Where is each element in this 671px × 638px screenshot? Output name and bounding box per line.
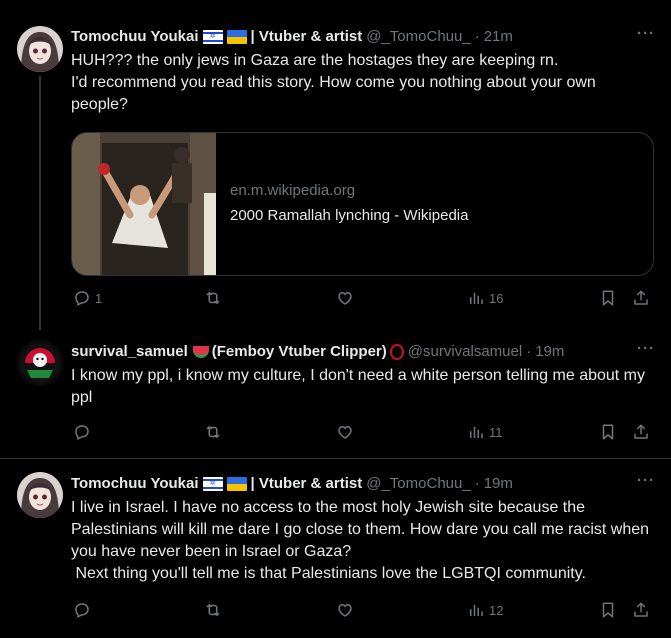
reply-button[interactable]: 1 [73,289,102,307]
share-button[interactable] [632,423,650,441]
bookmark-button[interactable] [599,601,617,619]
tweet-header: Tomochuu Youkai ✡ | Vtuber & artist @_To… [71,474,655,494]
tweet-text: I live in Israel. I have no access to th… [71,499,650,582]
timestamp[interactable]: 21m [484,27,513,47]
views-button[interactable]: 16 [467,289,503,307]
avatar-image [17,26,63,72]
reply-count: 1 [95,290,103,306]
user-handle[interactable]: @_TomoChuu_ [366,27,470,47]
share-icon [632,289,650,307]
user-handle[interactable]: @survivalsamuel [408,342,522,362]
retweet-icon [204,601,222,619]
reply-button[interactable] [73,601,95,619]
action-bar: 1 16 [71,289,655,313]
views-count: 11 [489,424,503,440]
retweet-button[interactable] [204,423,226,441]
israel-flag-icon: ✡ [202,30,223,44]
ukraine-flag-icon [226,477,247,491]
link-card[interactable]: en.m.wikipedia.org 2000 Ramallah lynchin… [71,132,654,276]
reply-icon [73,601,91,619]
bookmark-icon [599,289,617,307]
share-icon [632,423,650,441]
timestamp[interactable]: 19m [484,474,513,494]
display-name[interactable]: survival_samuel (Femboy Vtuber Clipper) [71,342,404,362]
more-icon[interactable]: ··· [637,340,655,357]
ukraine-flag-icon [226,30,247,44]
israel-flag-icon: ✡ [202,477,223,491]
tweet-text: HUH??? the only jews in Gaza are the hos… [71,52,596,113]
link-card-title: 2000 Ramallah lynching - Wikipedia [230,207,469,224]
bookmark-button[interactable] [599,423,617,441]
avatar-image [17,340,63,386]
avatar[interactable] [17,26,63,72]
retweet-button[interactable] [204,601,226,619]
views-icon [467,289,485,307]
reply-button[interactable] [73,423,95,441]
like-button[interactable] [336,289,358,307]
link-card-thumbnail [72,133,216,275]
like-button[interactable] [336,601,358,619]
share-button[interactable] [632,601,650,619]
more-icon[interactable]: ··· [637,25,655,42]
avatar[interactable] [17,472,63,518]
display-name[interactable]: Tomochuu Youkai ✡ | Vtuber & artist [71,27,362,47]
tweet-3[interactable]: Tomochuu Youkai ✡ | Vtuber & artist @_To… [0,459,671,638]
like-icon [336,601,354,619]
views-count: 16 [489,290,504,306]
reply-icon [73,289,91,307]
tweet-1[interactable]: Tomochuu Youkai ✡ | Vtuber & artist @_To… [0,0,671,330]
link-card-domain: en.m.wikipedia.org [230,182,356,199]
separator-dot: · [474,28,480,45]
tweet-header: survival_samuel (Femboy Vtuber Clipper) … [71,342,655,362]
tweet-header: Tomochuu Youkai ✡ | Vtuber & artist @_To… [71,27,655,47]
separator-dot: · [474,475,480,492]
avatar[interactable] [17,340,63,386]
views-count: 12 [489,602,504,618]
share-button[interactable] [632,289,650,307]
share-icon [632,601,650,619]
views-button[interactable]: 12 [467,601,503,619]
more-icon[interactable]: ··· [637,472,655,489]
views-icon [467,601,485,619]
thread-line [39,76,41,330]
emoji-icon [389,344,404,360]
retweet-icon [204,423,222,441]
tweet-text: I know my ppl, i know my culture, I don'… [71,367,650,406]
action-bar: 11 [71,423,655,447]
watermelon-icon [192,346,209,358]
bookmark-icon [599,423,617,441]
bookmark-icon [599,601,617,619]
bookmark-button[interactable] [599,289,617,307]
views-button[interactable]: 11 [467,423,503,441]
reply-icon [73,423,91,441]
avatar-image [17,472,63,518]
action-bar: 12 [71,601,655,625]
timestamp[interactable]: 19m [535,342,564,362]
display-name[interactable]: Tomochuu Youkai ✡ | Vtuber & artist [71,474,362,494]
user-handle[interactable]: @_TomoChuu_ [366,474,470,494]
like-icon [336,423,354,441]
like-icon [336,289,354,307]
views-icon [467,423,485,441]
tweet-2[interactable]: survival_samuel (Femboy Vtuber Clipper) … [0,330,671,460]
like-button[interactable] [336,423,358,441]
separator-dot: · [526,343,532,360]
retweet-button[interactable] [204,289,226,307]
retweet-icon [204,289,222,307]
